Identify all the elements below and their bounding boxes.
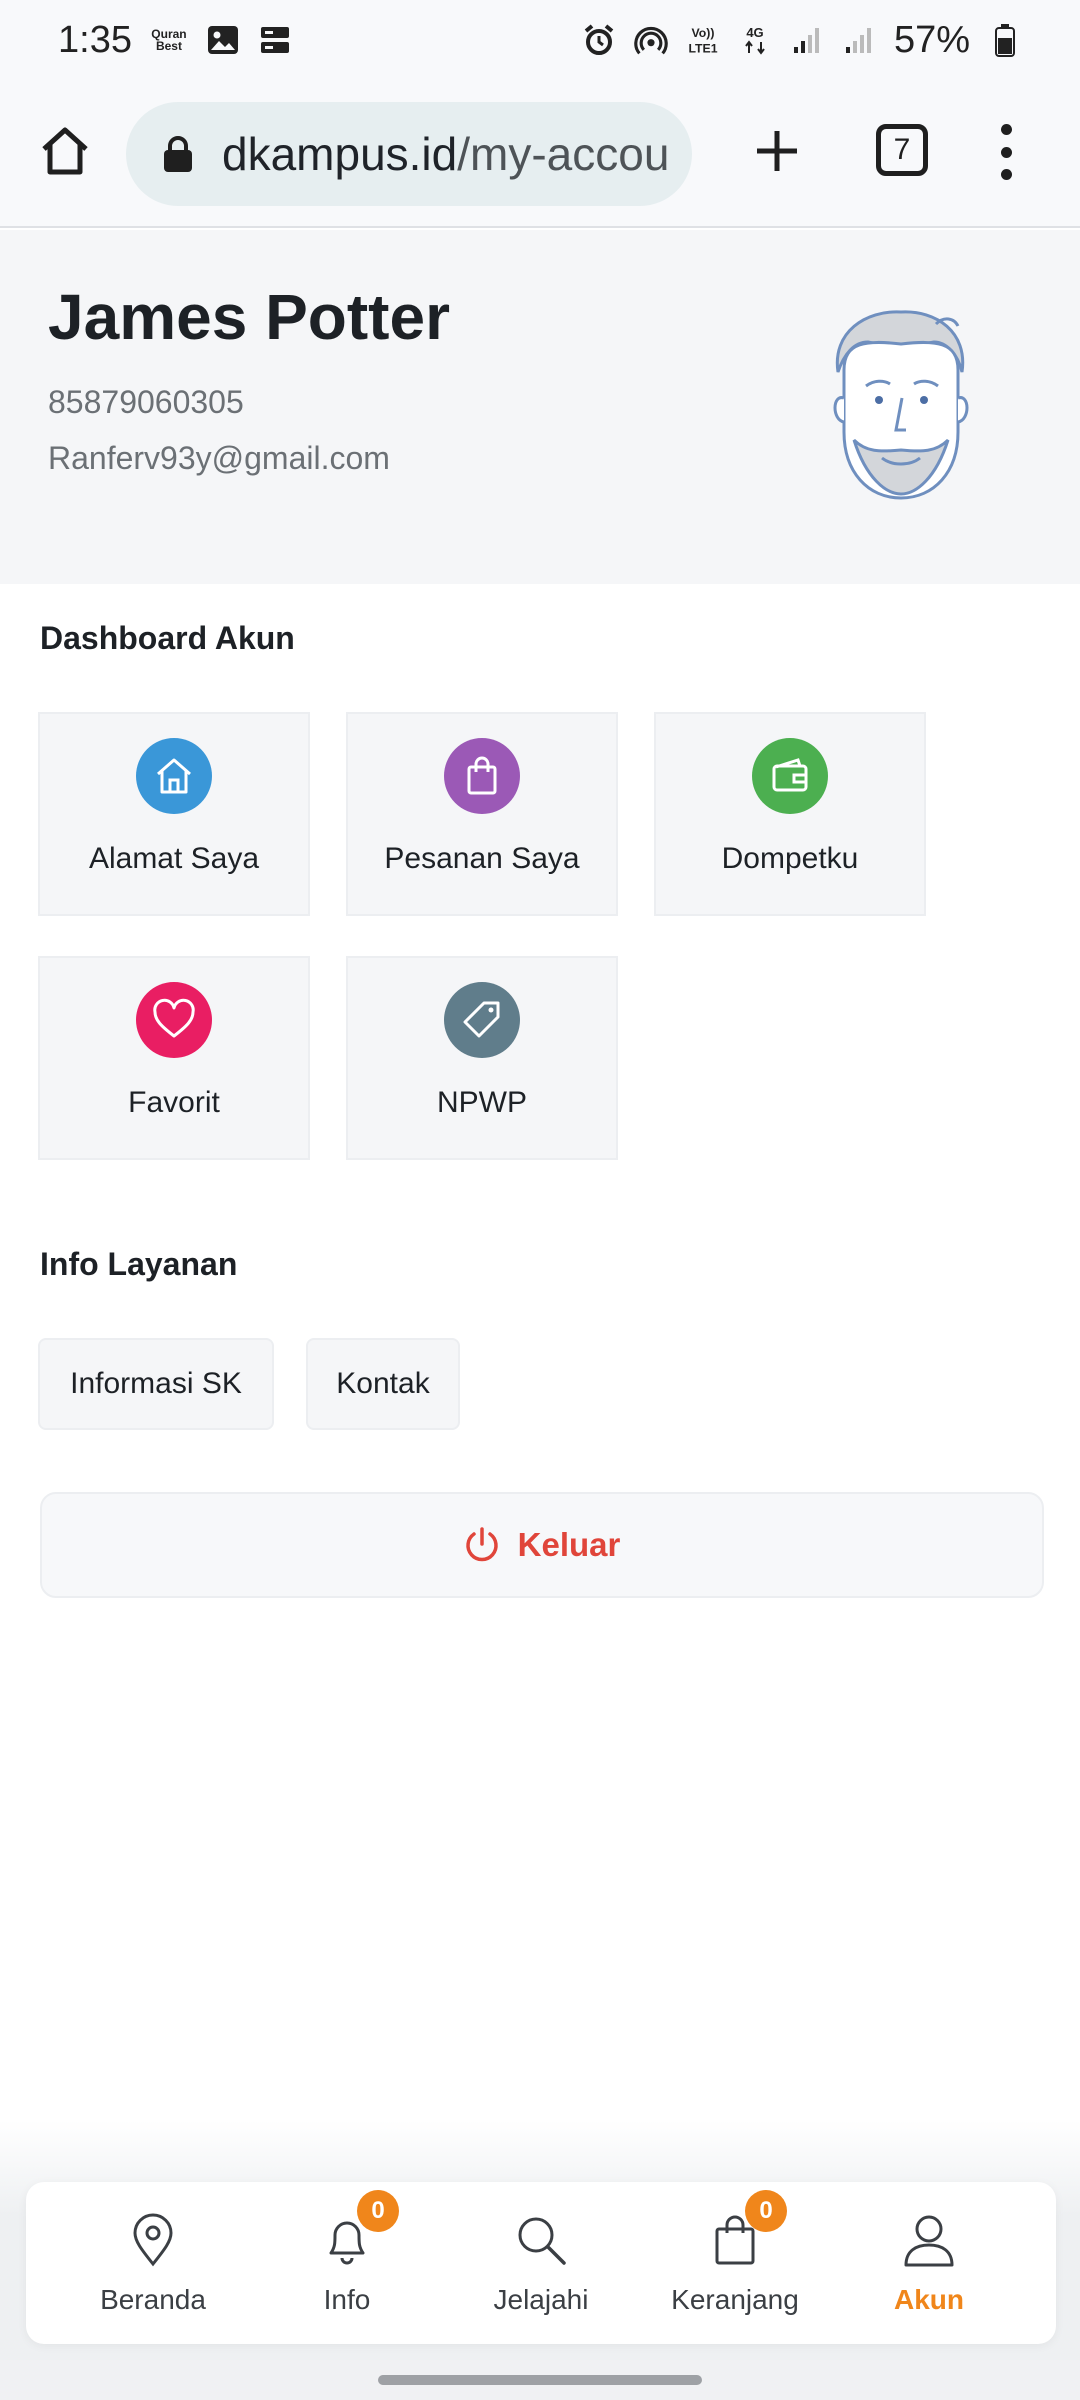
- card-npwp[interactable]: NPWP: [346, 956, 618, 1160]
- svg-text:4G: 4G: [746, 25, 763, 40]
- url-path: /my-accou: [457, 128, 670, 180]
- gesture-handle[interactable]: [378, 2375, 702, 2385]
- profile-email: Ranferv93y@gmail.com: [48, 440, 390, 476]
- volte-icon: Vo)) LTE1: [686, 23, 720, 57]
- nav-label: Jelajahi: [493, 2284, 589, 2315]
- nav-jelajahi[interactable]: Jelajahi: [451, 2193, 631, 2333]
- nav-label: Info: [323, 2284, 371, 2315]
- browser-menu-button[interactable]: [996, 124, 1016, 180]
- svg-text:Vo)): Vo)): [691, 26, 714, 40]
- dashboard-title: Dashboard Akun: [40, 620, 295, 656]
- logout-button[interactable]: Keluar: [40, 1492, 1044, 1598]
- cart-icon: 0: [705, 2190, 787, 2270]
- card-dompetku[interactable]: Dompetku: [654, 712, 926, 916]
- nav-keranjang[interactable]: 0 Keranjang: [645, 2190, 825, 2333]
- tag-icon: [444, 982, 520, 1058]
- browser-toolbar: dkampus.id/my-accou 7: [0, 80, 1080, 228]
- profile-phone: 85879060305: [48, 384, 244, 420]
- status-right: Vo)) LTE1 4G 57%: [582, 19, 1022, 62]
- battery-icon: [988, 23, 1022, 57]
- power-icon: [465, 1527, 498, 1562]
- profile-name: James Potter: [48, 281, 450, 353]
- nav-label: Akun: [894, 2284, 964, 2315]
- nav-label: Beranda: [100, 2284, 206, 2315]
- home-icon: [136, 738, 212, 814]
- wallet-icon: [752, 738, 828, 814]
- kontak-link[interactable]: Kontak: [306, 1338, 460, 1430]
- user-icon: [899, 2210, 959, 2270]
- nav-label: Keranjang: [671, 2284, 799, 2315]
- new-tab-button[interactable]: [752, 126, 802, 176]
- menu-dot: [1000, 169, 1012, 180]
- battery-percent: 57%: [893, 18, 970, 61]
- hotspot-icon: [634, 23, 668, 57]
- card-favorit[interactable]: Favorit: [38, 956, 310, 1160]
- gallery-icon: [206, 23, 240, 57]
- plus-icon: [757, 131, 797, 171]
- cart-badge: 0: [745, 2190, 787, 2232]
- bottom-navigation: Beranda 0 Info Jelajahi 0 Keranjang Akun: [26, 2182, 1056, 2344]
- informasi-sk-link[interactable]: Informasi SK: [38, 1338, 274, 1430]
- home-icon: [42, 127, 88, 175]
- card-label: Pesanan Saya: [384, 842, 580, 875]
- card-label: NPWP: [437, 1086, 527, 1119]
- quran-app-icon: Quran Best: [151, 27, 187, 53]
- card-label: Dompetku: [721, 842, 859, 875]
- menu-dot: [1000, 124, 1012, 135]
- lock-icon: [164, 136, 192, 172]
- nav-beranda[interactable]: Beranda: [63, 2193, 243, 2333]
- logout-label: Keluar: [517, 1526, 621, 1563]
- tab-switcher-button[interactable]: 7: [876, 124, 928, 176]
- card-pesanan-saya[interactable]: Pesanan Saya: [346, 712, 618, 916]
- url-text: dkampus.id/my-accou: [222, 127, 669, 181]
- heart-icon: [136, 982, 212, 1058]
- status-time: 1:35: [58, 18, 132, 61]
- status-left: 1:35 Quran Best: [58, 19, 292, 62]
- shopping-bag-icon: [444, 738, 520, 814]
- menu-dot: [1000, 146, 1012, 158]
- network-4g-icon: 4G: [738, 23, 772, 57]
- bell-icon: 0: [317, 2190, 399, 2270]
- card-label: Favorit: [128, 1086, 220, 1119]
- home-button[interactable]: [36, 122, 94, 180]
- status-bar: 1:35 Quran Best Vo)) LTE1 4G 57%: [0, 0, 1080, 80]
- info-title: Info Layanan: [40, 1246, 238, 1282]
- nav-info[interactable]: 0 Info: [257, 2190, 437, 2333]
- svg-text:LTE1: LTE1: [688, 41, 717, 55]
- card-alamat-saya[interactable]: Alamat Saya: [38, 712, 310, 916]
- avatar: [833, 310, 969, 500]
- url-host: dkampus.id: [222, 128, 458, 180]
- signal-icon-2: [842, 23, 876, 57]
- nav-akun[interactable]: Akun: [839, 2193, 1019, 2333]
- address-bar[interactable]: dkampus.id/my-accou: [126, 102, 692, 206]
- signal-icon: [790, 23, 824, 57]
- search-icon: [511, 2210, 571, 2270]
- profile-header: James Potter 85879060305 Ranferv93y@gmai…: [0, 230, 1080, 584]
- map-pin-icon: [123, 2210, 183, 2270]
- alarm-icon: [582, 23, 616, 57]
- storage-icon: [258, 23, 292, 57]
- card-label: Alamat Saya: [88, 842, 260, 875]
- notification-badge: 0: [357, 2190, 399, 2232]
